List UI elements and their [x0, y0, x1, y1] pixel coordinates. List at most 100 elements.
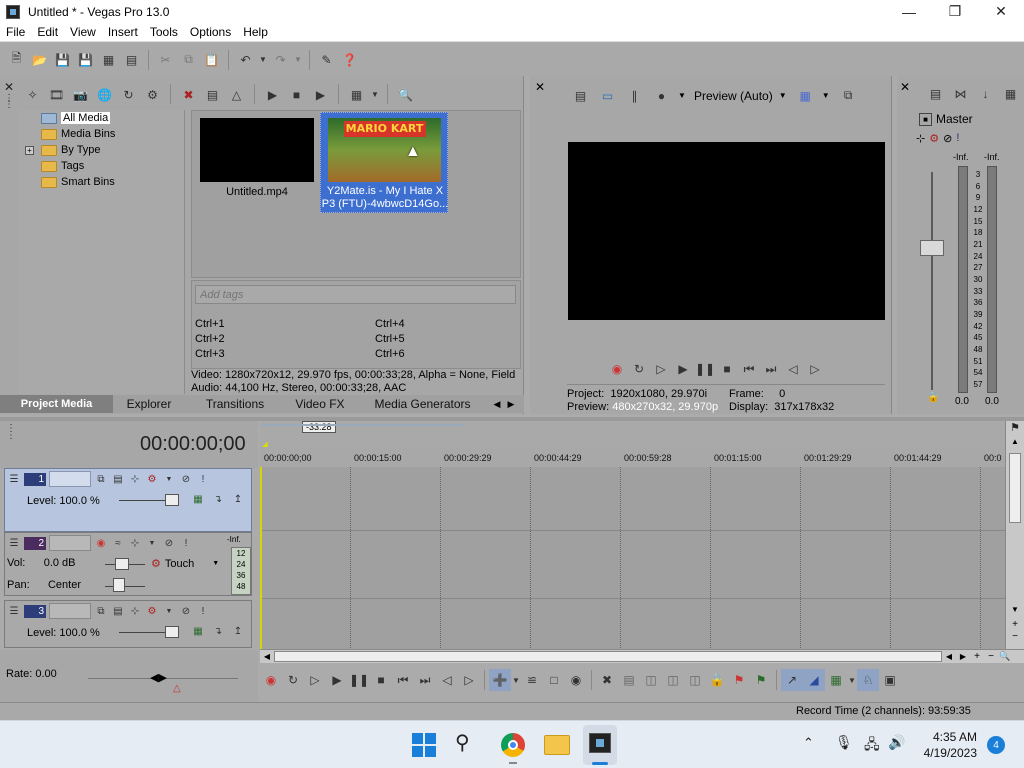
tab-transitions[interactable]: Transitions [185, 397, 285, 411]
track-motion-icon[interactable]: ⧉ [94, 473, 108, 485]
normal-edit-tool-icon[interactable]: ➕ [489, 669, 511, 691]
vegas-taskbar-button[interactable] [583, 725, 617, 765]
shortcut-tag[interactable]: Ctrl+3 [195, 347, 225, 362]
trim-start-icon[interactable]: ◫ [640, 669, 662, 691]
mute-icon[interactable]: ⊘ [179, 605, 193, 617]
menu-help[interactable]: Help [237, 25, 274, 39]
paint-icon[interactable]: ✎ [316, 49, 337, 70]
master-fx-icon[interactable]: ⚙ [929, 132, 939, 145]
notification-badge[interactable]: 4 [987, 736, 1005, 754]
get-media-web-icon[interactable]: 🌐 [94, 84, 115, 105]
loop-playback-icon[interactable]: ↻ [282, 669, 304, 691]
track-motion-icon[interactable]: ⧉ [94, 605, 108, 617]
snapping-icon[interactable]: ◢ [803, 669, 825, 691]
shortcut-tag[interactable]: Ctrl+4 [375, 317, 405, 332]
scroll-left-icon[interactable]: ◀ [260, 652, 274, 661]
play-preview-icon[interactable]: ▶ [262, 84, 283, 105]
views-icon[interactable]: ▦ [346, 84, 367, 105]
auto-preview-toggle-icon[interactable]: ▶ [310, 84, 331, 105]
insert-marker-icon[interactable]: ⚑ [728, 669, 750, 691]
next-frame-icon[interactable]: ▷ [804, 358, 826, 380]
media-thumbnail[interactable] [200, 118, 314, 182]
vol-slider-handle[interactable] [115, 558, 129, 570]
scroll-up-icon[interactable]: ▲ [1006, 437, 1024, 451]
bypass-motion-blur-icon[interactable]: ⊹ [128, 605, 142, 617]
edit-tool-dropdown-icon[interactable]: ▼ [511, 669, 521, 691]
compositor-icon[interactable]: ▦ [191, 493, 205, 505]
zoom-out-vertical-icon[interactable]: − [1006, 631, 1024, 643]
preview-fx-dropdown-icon[interactable]: ▼ [678, 91, 688, 100]
track-fx-dropdown-icon[interactable]: ▼ [145, 537, 159, 549]
level-slider-handle[interactable] [165, 626, 179, 638]
pause-icon[interactable]: ❚❚ [348, 669, 370, 691]
envelope-tool-icon[interactable]: ≌ [521, 669, 543, 691]
menu-file[interactable]: File [0, 25, 31, 39]
next-frame-icon[interactable]: ▷ [458, 669, 480, 691]
level-slider-handle[interactable] [165, 494, 179, 506]
timeline-vertical-scrollbar[interactable]: ⚑ ▲ ▼ + − [1005, 421, 1024, 649]
overlays-icon[interactable]: ▦ [795, 85, 816, 106]
capture-video-icon[interactable]: 🎞 [46, 84, 67, 105]
overlays-dropdown-icon[interactable]: ▼ [822, 91, 832, 100]
zoom-in-vertical-icon[interactable]: + [1006, 619, 1024, 631]
media-properties-icon[interactable]: ▤ [202, 84, 223, 105]
timeline-grip-icon[interactable]: ⋮ ⋮ [6, 424, 16, 441]
horizontal-scroll-thumb[interactable] [274, 651, 942, 662]
track-fx-dropdown-icon[interactable]: ▼ [162, 473, 176, 485]
media-item-selected[interactable]: MARIO KART ▲ Y2Mate.is - My I Hate X P3 … [320, 112, 448, 213]
save-icon[interactable]: 💾 [52, 49, 73, 70]
close-button[interactable]: ✕ [978, 0, 1024, 23]
redo-dropdown-icon[interactable]: ▼ [293, 49, 303, 70]
stop-preview-icon[interactable]: ■ [286, 84, 307, 105]
shortcut-tag[interactable]: Ctrl+2 [195, 332, 225, 347]
tab-scroll-left-icon[interactable]: ◀ [490, 399, 504, 410]
master-solo-icon[interactable]: ! [956, 132, 959, 145]
tab-media-generators[interactable]: Media Generators [355, 397, 490, 411]
pause-icon[interactable]: ❚❚ [694, 358, 716, 380]
show-hidden-icons-icon[interactable]: ⌃ [803, 735, 814, 751]
play-from-start-icon[interactable]: ▷ [304, 669, 326, 691]
lock-icon[interactable]: 🔒 [706, 669, 728, 691]
track-3-lane[interactable] [260, 599, 1005, 650]
close-panel-icon[interactable]: ✕ [4, 80, 18, 94]
copy-snapshot-icon[interactable]: ⧉ [838, 85, 859, 106]
scroll-right-start-icon[interactable]: ◀ [942, 652, 956, 661]
split-screen-icon[interactable]: ∥ [624, 85, 645, 106]
scroll-down-icon[interactable]: ▼ [1006, 605, 1024, 619]
delete-icon[interactable]: ✖ [596, 669, 618, 691]
go-to-end-icon[interactable]: ⏭ [760, 358, 782, 380]
auto-preview-icon[interactable]: △ [226, 84, 247, 105]
split-icon[interactable]: ◫ [684, 669, 706, 691]
shortcut-tag[interactable]: Ctrl+6 [375, 347, 405, 362]
menu-options[interactable]: Options [184, 25, 237, 39]
save-as-icon[interactable]: 💾 [75, 49, 96, 70]
track-2-header[interactable]: ☰ 2 ◉ ≈ ⊹ ▼ ⊘ ! Vol: 0.0 dB Pan: Center … [4, 532, 252, 596]
pan-slider-handle[interactable] [113, 578, 125, 592]
remove-media-icon[interactable]: ✖ [178, 84, 199, 105]
fader-lock-icon[interactable]: 🔒 [927, 392, 939, 403]
play-from-start-icon[interactable]: ▷ [650, 358, 672, 380]
make-compositing-child-icon[interactable]: ↴ [211, 493, 225, 505]
play-icon[interactable]: ▶ [672, 358, 694, 380]
crossfade-dropdown-icon[interactable]: ▼ [847, 669, 857, 691]
track-2-lane[interactable] [260, 531, 1005, 599]
timeline-horizontal-scrollbar[interactable]: ◀ ◀ ▶ + − 🔍 [260, 649, 1024, 663]
microphone-icon[interactable]: 🎙 [835, 734, 853, 751]
preview-fx-icon[interactable]: ● [651, 85, 672, 106]
mixer-view-icon[interactable]: ▦ [1000, 83, 1021, 104]
tree-item-all-media[interactable]: All Media [19, 110, 184, 126]
panel-grip-icon[interactable]: ⋮ ⋮ [4, 94, 18, 396]
make-compositing-child-icon[interactable]: ↴ [211, 625, 225, 637]
auto-crossfade-icon[interactable]: ▦ [825, 669, 847, 691]
network-icon[interactable]: 🖧 [864, 734, 880, 758]
close-panel-icon[interactable]: ✕ [900, 80, 910, 94]
track-minimize-icon[interactable]: ☰ [7, 473, 21, 485]
paste-icon[interactable]: 📋 [201, 49, 222, 70]
loop-region-bar[interactable] [260, 424, 465, 426]
trim-end-icon[interactable]: ◫ [662, 669, 684, 691]
search-media-icon[interactable]: 🔍 [395, 84, 416, 105]
playhead-cursor[interactable] [260, 467, 262, 650]
mute-icon[interactable]: ⊘ [162, 537, 176, 549]
trim-icon[interactable]: ▤ [618, 669, 640, 691]
timeline-ruler[interactable]: 00:00:00;00 00:00:15:00 00:00:29:29 00:00:4… [260, 447, 1005, 467]
